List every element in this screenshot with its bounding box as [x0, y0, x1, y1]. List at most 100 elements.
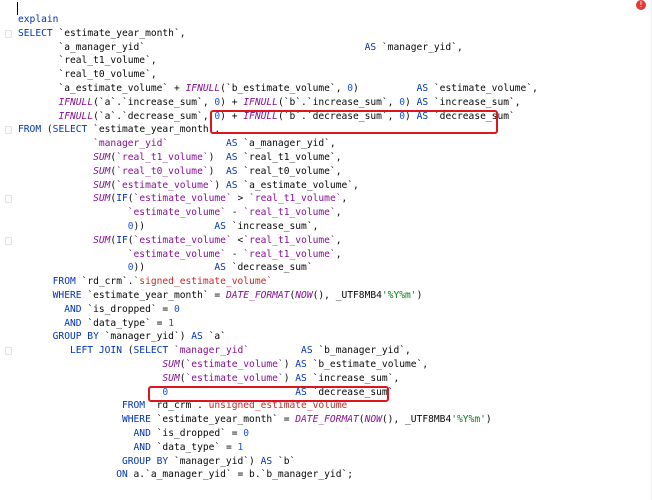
code-line[interactable]: `estimate_volume` - `real_t1_volume`, [18, 248, 342, 261]
code-token-ident: ) [208, 152, 226, 163]
code-line[interactable]: FROM (SELECT `estimate_year_month`, [18, 123, 220, 136]
code-line[interactable]: 0)) AS `increase_sum`, [18, 220, 319, 233]
code-token-kw: FROM [18, 124, 47, 136]
code-token-ident: `data_type` = [87, 317, 169, 329]
code-line[interactable]: explain [18, 13, 58, 26]
fold-marker-icon[interactable] [5, 347, 12, 356]
code-line[interactable]: GROUP BY `manager_yid`) AS `b` [18, 455, 295, 468]
code-token-ident: ) [416, 290, 423, 301]
code-line[interactable]: SUM(`real_t0_volume`) AS `real_t0_volume… [18, 165, 341, 178]
code-token-col: `estimate_volume` [127, 207, 226, 219]
code-token-ident: ) [485, 414, 492, 426]
code-token-col: `real_t1_volume` [243, 248, 336, 260]
code-token-fn: SUM [93, 193, 111, 205]
fold-marker-icon[interactable] [5, 29, 12, 38]
code-line[interactable]: SUM(`estimate_volume`) AS `a_estimate_vo… [18, 179, 359, 192]
code-token-ident: `a_manager_yid` [18, 41, 365, 53]
code-token-kw: AS [225, 138, 244, 150]
code-token-kw: AS [214, 221, 232, 232]
code-line[interactable]: LEFT JOIN (SELECT `manager_yid` AS `b_ma… [18, 344, 411, 357]
code-line[interactable]: AND `data_type` = 1 [18, 317, 174, 330]
code-line[interactable]: SUM(`real_t1_volume`) AS `real_t1_volume… [18, 151, 341, 164]
code-line[interactable]: SUM(IF(`estimate_volume` > `real_t1_volu… [18, 192, 347, 205]
code-token-kw: AND [64, 317, 88, 329]
code-token-ident: `increase_sum`, [433, 96, 521, 108]
code-line[interactable]: WHERE `estimate_year_month` = DATE_FORMA… [18, 413, 492, 426]
highlight-box-ifnull-decrease [210, 110, 498, 134]
code-token-col: `estimate_volume` [185, 372, 284, 384]
code-line[interactable]: 0)) AS `decrease_sum` [18, 261, 313, 274]
code-token-ident: - [225, 248, 244, 260]
code-token-ident: )) [133, 221, 215, 232]
code-token-col: `real_t1_volume` [116, 152, 209, 163]
code-token-fn: IFNULL [58, 110, 94, 122]
code-line[interactable]: GROUP BY `manager_yid`) AS `a` [18, 330, 226, 343]
code-token-col: `estimate_volume` [127, 248, 226, 260]
code-line[interactable]: SUM(IF(`estimate_volume` <`real_t1_volum… [18, 234, 341, 247]
code-token-ident: (`a`.`increase_sum`, [93, 96, 215, 108]
code-token-kw: GROUP BY [121, 455, 174, 467]
code-line[interactable]: IFNULL(`a`.`increase_sum`, 0) + IFNULL(`… [18, 96, 521, 109]
code-token-ident [18, 373, 162, 384]
code-token-fn: SUM [162, 372, 180, 384]
code-token-ident [18, 318, 64, 329]
code-token-ident: > [231, 193, 250, 205]
code-token-ident [18, 414, 122, 425]
sql-editor[interactable]: explain SELECT `estimate_year_month`, `a_… [0, 0, 652, 500]
code-token-ident: `manager_yid`) [173, 455, 261, 467]
code-line[interactable]: AND `data_type` = 1 [18, 441, 244, 454]
code-token-ident: ) [214, 179, 226, 191]
code-token-ident [18, 428, 134, 439]
code-line[interactable]: FROM `rd_crm`.`signed_estimate_volume` [18, 275, 273, 288]
code-token-col: `real_t1_volume` [243, 234, 336, 246]
fold-marker-icon[interactable] [5, 236, 12, 245]
code-line[interactable]: SELECT `estimate_year_month`, [18, 27, 186, 40]
code-token-num: 0 [173, 303, 180, 315]
code-token-ident: ) + [220, 96, 244, 108]
code-token-ident: (`a`.`decrease_sum`, [93, 110, 215, 122]
code-token-fn: IFNULL [58, 96, 94, 108]
fold-marker-icon[interactable] [5, 126, 12, 135]
code-line[interactable]: WHERE `estimate_year_month` = DATE_FORMA… [18, 289, 423, 302]
code-token-ident [18, 221, 128, 232]
code-line[interactable]: `manager_yid` AS `a_manager_yid`, [18, 137, 336, 150]
code-line[interactable]: `a_estimate_volume` + IFNULL(`b_estimate… [18, 82, 537, 95]
code-token-ident: `real_t1_volume`, [18, 55, 157, 67]
code-line[interactable]: `a_manager_yid` AS `manager_yid`, [18, 41, 462, 54]
code-token-fn: SUM [162, 359, 180, 370]
code-token-ident [18, 387, 162, 398]
code-token-ident [18, 97, 58, 108]
code-line[interactable]: ON a.`a_manager_yid` = b.`b_manager_yid`… [18, 468, 353, 481]
code-token-ident [18, 469, 116, 480]
code-token-ident: `a_manager_yid`, [243, 138, 336, 150]
code-token-ident [18, 193, 93, 204]
code-token-kw: IF [116, 193, 128, 205]
code-token-ident: (`b_estimate_volume`, [220, 83, 348, 94]
code-token-num: 1 [168, 317, 174, 329]
code-token-ident: - [225, 207, 244, 219]
code-token-kw: FROM [121, 400, 151, 412]
code-token-ident [18, 180, 93, 191]
code-token-ident: ) [353, 83, 417, 94]
code-token-col: `real_t0_volume` [116, 165, 209, 177]
code-line[interactable]: SUM(`estimate_volume`) AS `increase_sum`… [18, 372, 399, 385]
code-token-col: `estimate_volume` [133, 193, 232, 205]
code-token-ident: `real_t0_volume`, [18, 69, 157, 81]
code-token-ident: a.`a_manager_yid` = b.`b_manager_yid`; [133, 469, 354, 481]
code-token-col: `estimate_volume` [185, 359, 284, 370]
warning-icon[interactable]: ! [636, 0, 646, 10]
code-token-ident: ) [405, 96, 417, 108]
code-token-kw: AND [133, 441, 157, 453]
code-line[interactable]: AND `is_dropped` = 0 [18, 303, 180, 316]
code-line[interactable]: `real_t1_volume`, [18, 54, 157, 67]
code-token-ident [18, 262, 128, 273]
code-token-ident: (), _UTF8MB4 [312, 290, 382, 301]
code-line[interactable]: SUM(`estimate_volume`) AS `b_estimate_vo… [18, 358, 428, 371]
highlight-box-zero-decrease [148, 386, 389, 402]
fold-marker-icon[interactable] [5, 195, 12, 204]
code-token-kw: AND [133, 428, 157, 439]
code-line[interactable]: `real_t0_volume`, [18, 68, 157, 81]
code-line[interactable]: AND `is_dropped` = 0 [18, 427, 250, 440]
code-line[interactable]: `estimate_volume` - `real_t1_volume`, [18, 206, 342, 219]
code-token-ident: `real_t1_volume`, [243, 152, 342, 163]
